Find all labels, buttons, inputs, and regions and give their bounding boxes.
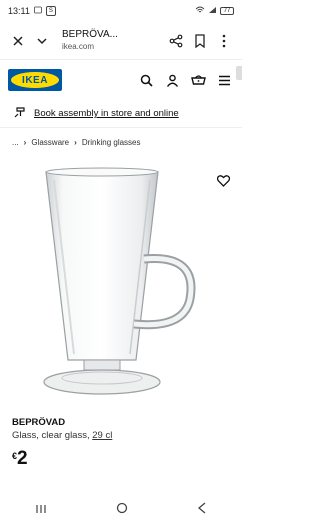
close-icon[interactable]	[6, 29, 30, 53]
product-image-area[interactable]	[0, 156, 242, 411]
edge-panel-handle[interactable]	[236, 66, 242, 80]
breadcrumb: ... › Glassware › Drinking glasses	[0, 128, 242, 156]
chevron-down-icon[interactable]	[30, 29, 54, 53]
product-description: Glass, clear glass, 29 cl	[12, 430, 113, 441]
breadcrumb-item[interactable]: Drinking glasses	[82, 138, 141, 147]
menu-icon[interactable]	[214, 70, 234, 90]
favorite-heart-icon[interactable]	[216, 174, 231, 192]
volume-link[interactable]: 29 cl	[92, 430, 112, 441]
product-image	[38, 164, 208, 409]
ikea-logo[interactable]: IKEA	[8, 69, 62, 91]
page-title: BEPRÖVA...	[62, 28, 118, 40]
assembly-link[interactable]: Book assembly in store and online	[34, 108, 179, 119]
site-header: IKEA	[0, 60, 242, 100]
system-nav-bar	[0, 495, 242, 525]
back-icon[interactable]	[197, 501, 207, 519]
recent-apps-icon[interactable]	[35, 501, 47, 519]
url-box[interactable]: BEPRÖVA... ikea.com	[54, 29, 164, 53]
battery-icon: 77	[220, 7, 234, 15]
app-badge: S	[45, 6, 56, 16]
bookmark-icon[interactable]	[188, 29, 212, 53]
product-price: € 2	[12, 449, 230, 468]
product-info: BEPRÖVAD Glass, clear glass, 29 cl € 2	[0, 417, 242, 468]
chevron-right-icon: ›	[74, 137, 77, 147]
chevron-right-icon: ›	[23, 137, 27, 147]
page-url: ikea.com	[62, 41, 95, 51]
notification-icon	[33, 6, 42, 16]
breadcrumb-ellipsis[interactable]: ...	[12, 138, 19, 147]
assembly-promo[interactable]: Book assembly in store and online	[0, 100, 242, 128]
wifi-icon	[195, 6, 205, 16]
more-options-icon[interactable]	[212, 29, 236, 53]
browser-toolbar: BEPRÖVA... ikea.com	[0, 22, 242, 60]
breadcrumb-item[interactable]: Glassware	[31, 138, 69, 147]
product-name: BEPRÖVAD	[12, 417, 66, 428]
tools-icon	[14, 105, 26, 123]
home-icon[interactable]	[116, 501, 128, 519]
search-icon[interactable]	[136, 70, 156, 90]
cart-icon[interactable]	[188, 70, 208, 90]
price-amount: 2	[17, 448, 28, 469]
signal-icon	[208, 6, 217, 16]
clock: 13:11	[8, 6, 30, 16]
status-bar: 13:11 S 77	[0, 0, 242, 22]
account-icon[interactable]	[162, 70, 182, 90]
share-icon[interactable]	[164, 29, 188, 53]
